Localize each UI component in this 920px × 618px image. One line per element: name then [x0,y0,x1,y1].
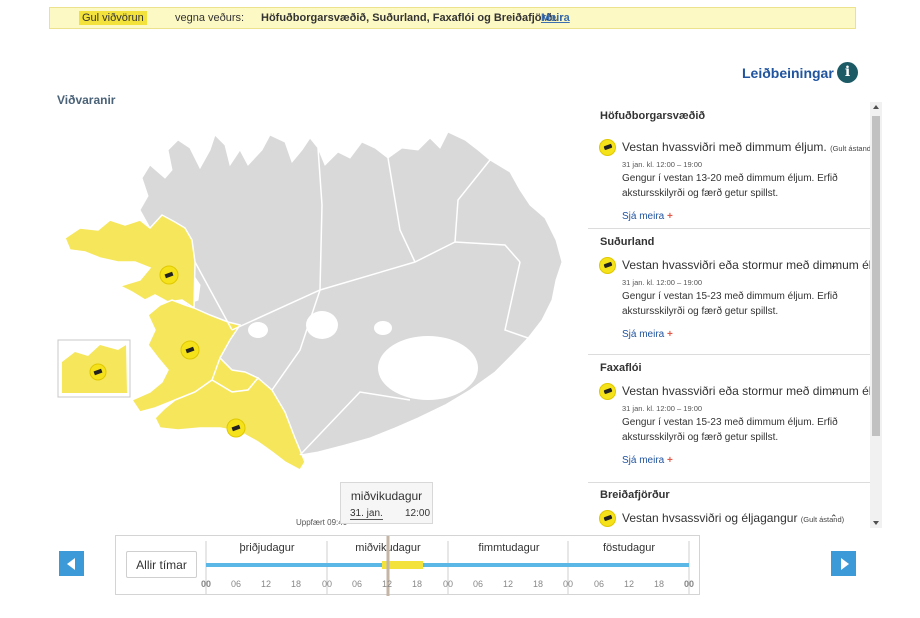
plus-icon: + [667,329,673,340]
hour-tick: 12 [502,579,513,589]
wind-warning-icon [599,383,616,400]
map-warning-icon[interactable] [89,363,107,381]
plus-icon: + [667,455,673,466]
warning-description: Gengur í vestan 13-20 með dimmum éljum. … [622,173,838,199]
hour-tick: 00 [442,579,453,589]
wind-warning-icon [599,257,616,274]
warning-card: Höfuðborgarsvæðið Vestan hvassviðri með … [588,110,870,232]
hour-tick: 06 [472,579,483,589]
next-button[interactable] [831,551,856,576]
wind-warning-icon [599,139,616,156]
hour-tick: 18 [290,579,301,589]
tooltip-date: 31. jan. [350,508,383,520]
divider [588,482,870,483]
divider [588,354,870,355]
hour-tick: 12 [623,579,634,589]
warning-level: (Gult ástand) [830,144,870,153]
see-more-link[interactable]: Sjá meira + [622,329,673,340]
hour-tick: 06 [230,579,241,589]
chevron-down-icon[interactable]: ⌄ [830,386,838,397]
region-name: Höfuðborgarsvæðið [600,110,706,122]
hour-tick: 06 [593,579,604,589]
tooltip-time: 12:00 [405,508,431,519]
timeline[interactable]: Allir tímar þriðjudagur miðvikudagur fim… [115,535,700,596]
wind-warning-icon [599,510,616,527]
scroll-down-icon[interactable] [873,521,879,525]
warning-date: 31 jan. kl. 12:00 – 19:00 [622,160,703,169]
map-warning-icon[interactable] [180,340,200,360]
region-name: Suðurland [600,236,655,248]
map-warning-icon[interactable] [226,418,246,438]
region-name: Faxaflói [600,362,642,374]
warning-description: Gengur í vestan 15-23 með dimmum éljum. … [622,417,838,443]
warning-card: Suðurland Vestan hvassviðri eða stormur … [588,236,870,358]
chevron-down-icon[interactable]: ⌄ [830,260,838,271]
scroll-thumb[interactable] [872,116,880,436]
glacier [374,321,392,335]
warning-date: 31 jan. kl. 12:00 – 19:00 [622,278,703,287]
scroll-up-icon[interactable] [873,105,879,109]
warning-description: Gengur í vestan 15-23 með dimmum éljum. … [622,291,838,317]
hour-tick: 00 [200,579,211,589]
warning-card: Faxaflói Vestan hvassviðri eða stormur m… [588,362,870,484]
hour-tick: 00 [562,579,573,589]
warnings-panel[interactable]: Höfuðborgarsvæðið Vestan hvassviðri með … [588,102,870,528]
warning-level: (Gult ástand) [800,515,845,524]
tooltip-day: miðvikudagur [350,489,423,503]
warning-date: 31 jan. kl. 12:00 – 19:00 [622,404,703,413]
warning-title[interactable]: Vestan hvassviðri með dimmum éljum. (Gul… [622,140,870,154]
map-warning-icon[interactable] [159,265,179,285]
warning-title[interactable]: Vestan hvsassviðri og éljagangur (Gult á… [622,511,844,525]
hour-tick: 12 [381,579,392,589]
glacier [378,336,478,400]
hour-tick: 00 [321,579,332,589]
plus-icon: + [667,211,673,222]
warning-card: Breiðafjörður Vestan hvsassviðri og élja… [588,489,870,528]
previous-button[interactable] [59,551,84,576]
arrow-right-icon [841,558,849,570]
hour-tick: 06 [351,579,362,589]
hour-tick: 12 [260,579,271,589]
hour-tick: 18 [653,579,664,589]
arrow-left-icon [67,558,75,570]
hour-tick: 00 [683,579,694,589]
time-tooltip: miðvikudagur 31. jan. 12:00 [340,482,433,524]
chevron-up-icon[interactable]: ⌃ [830,513,838,524]
hour-tick: 18 [532,579,543,589]
glacier [248,322,268,338]
region-name: Breiðafjörður [600,489,670,501]
hour-tick: 18 [411,579,422,589]
panel-scrollbar[interactable] [870,102,882,528]
warning-region-breidafjordur[interactable] [64,214,196,310]
glacier [306,311,338,339]
divider [588,228,870,229]
see-more-link[interactable]: Sjá meira + [622,211,673,222]
see-more-link[interactable]: Sjá meira + [622,455,673,466]
